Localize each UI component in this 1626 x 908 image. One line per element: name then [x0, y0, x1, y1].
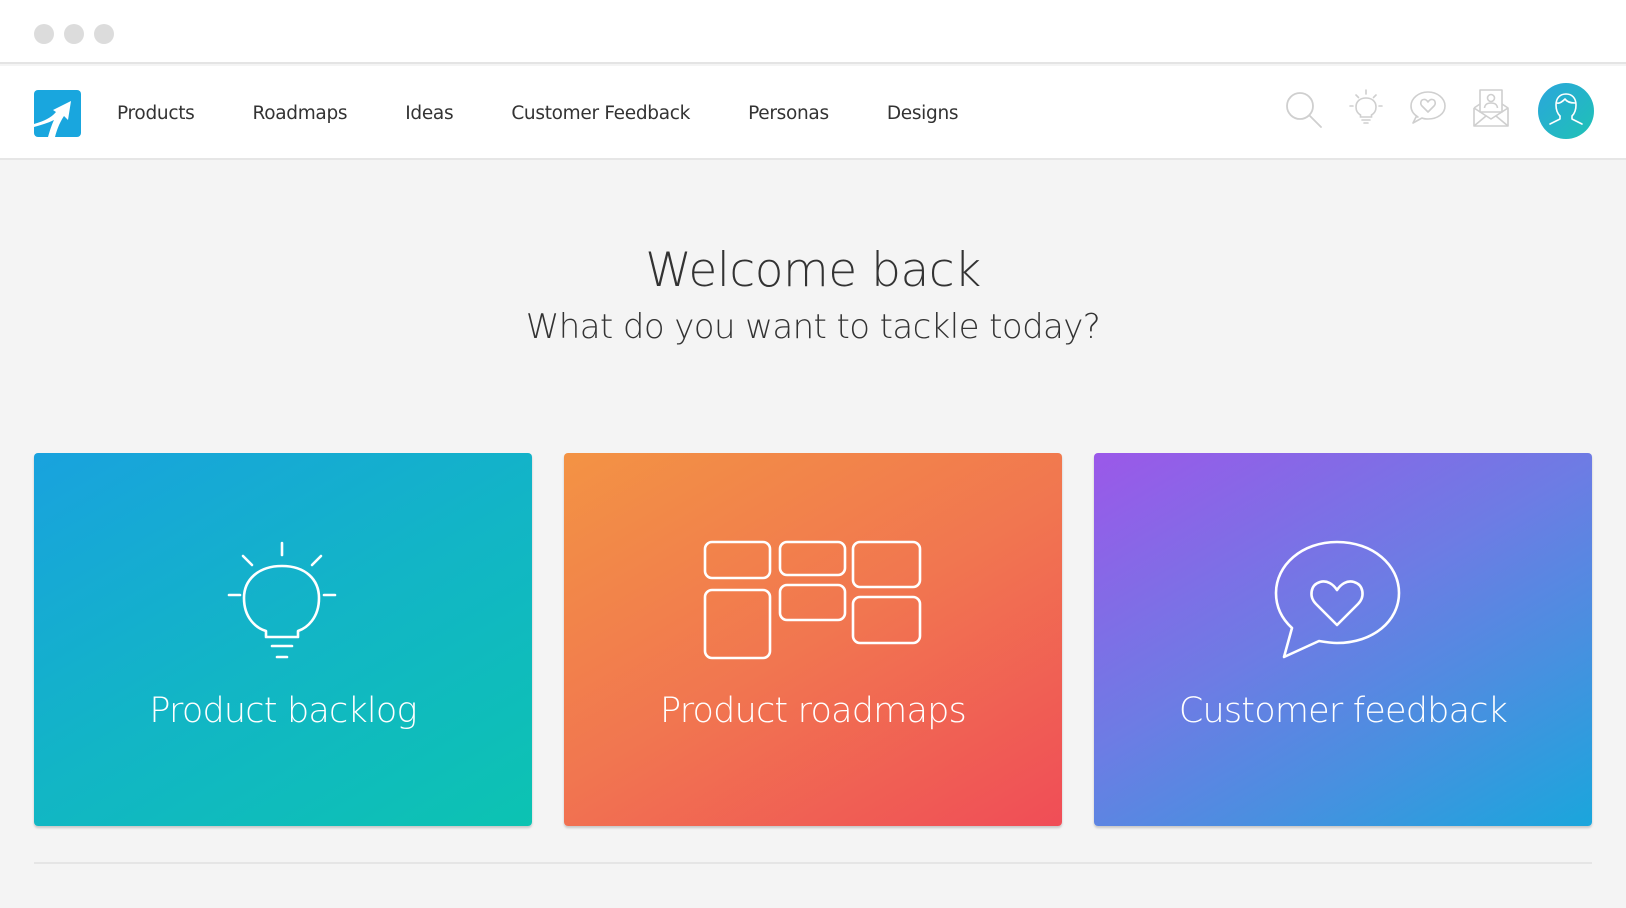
card-label: Product roadmaps [660, 691, 967, 731]
section-divider [34, 862, 1592, 864]
chat-heart-icon [1410, 91, 1446, 124]
card-label: Product backlog [149, 691, 417, 731]
app-logo[interactable] [34, 90, 81, 137]
lightbulb-icon [227, 541, 337, 659]
window-titlebar [0, 0, 1626, 64]
search-icon [1286, 92, 1322, 128]
arrow-up-right-logo-icon [34, 101, 71, 137]
window-close-button[interactable] [34, 24, 54, 44]
window-maximize-button[interactable] [94, 24, 114, 44]
envelope-person-icon [1473, 89, 1509, 127]
card-product-backlog[interactable]: Product backlog [34, 453, 532, 826]
nav-item-products[interactable]: Products [117, 103, 195, 124]
user-avatar-button[interactable] [1538, 83, 1594, 139]
nav-item-designs[interactable]: Designs [887, 103, 959, 124]
feedback-button[interactable] [1404, 86, 1454, 136]
lightbulb-icon [1349, 89, 1383, 124]
nav-item-ideas[interactable]: Ideas [405, 103, 453, 124]
welcome-title: Welcome back [645, 243, 981, 298]
main-nav: Products Roadmaps Ideas Customer Feedbac… [117, 66, 1016, 160]
top-navbar: Products Roadmaps Ideas Customer Feedbac… [0, 66, 1626, 160]
user-icon [1549, 93, 1583, 125]
ideas-button[interactable] [1342, 86, 1392, 136]
roadmap-grid-icon [703, 540, 922, 660]
nav-item-roadmaps[interactable]: Roadmaps [252, 103, 347, 124]
personas-inbox-button[interactable] [1466, 86, 1516, 136]
card-customer-feedback[interactable]: Customer feedback [1094, 453, 1592, 826]
search-button[interactable] [1280, 86, 1330, 136]
window-minimize-button[interactable] [64, 24, 84, 44]
nav-item-personas[interactable]: Personas [748, 103, 829, 124]
chat-heart-icon [1274, 540, 1401, 659]
card-label: Customer feedback [1178, 691, 1508, 731]
welcome-subtitle: What do you want to tackle today? [525, 307, 1101, 347]
welcome-section: Welcome back What do you want to tackle … [0, 240, 1626, 352]
card-product-roadmaps[interactable]: Product roadmaps [564, 453, 1062, 826]
nav-item-customer-feedback[interactable]: Customer Feedback [511, 103, 690, 124]
